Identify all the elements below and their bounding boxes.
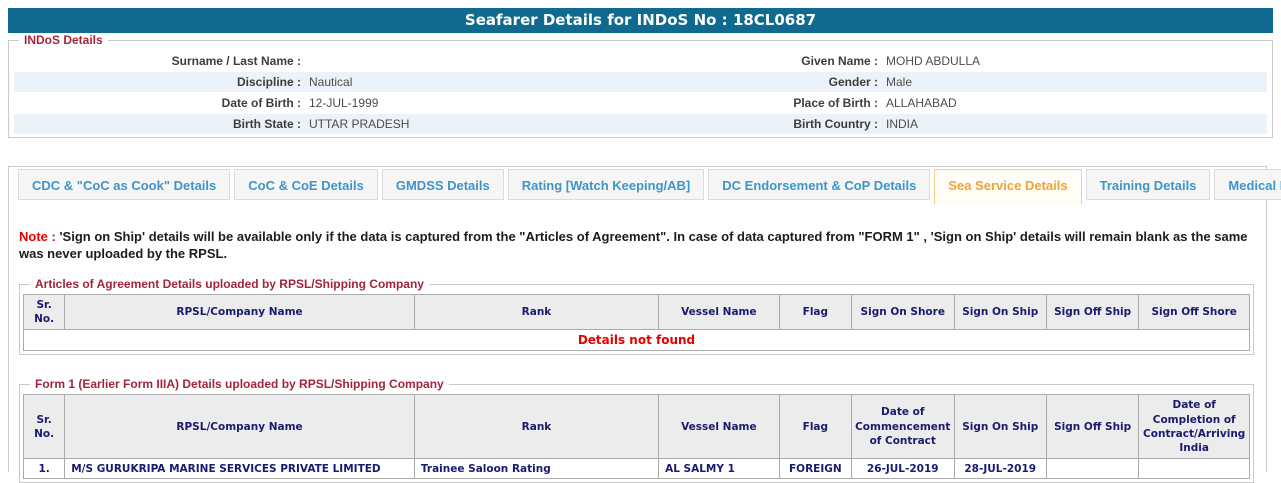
cell-rpsl-company: M/S GURUKRIPA MARINE SERVICES PRIVATE LI…: [64, 458, 415, 480]
surname-label: Surname / Last Name :: [171, 54, 301, 68]
tab-content-panel: CDC & "CoC as Cook" Details CoC & CoE De…: [8, 166, 1281, 483]
cell-sign-off-ship: [1045, 458, 1140, 480]
articles-header-row: Sr. No. RPSL/Company Name Rank Vessel Na…: [22, 293, 1250, 331]
birth-state-value: UTTAR PRADESH: [309, 117, 410, 131]
form1-table: Sr. No. RPSL/Company Name Rank Vessel Na…: [22, 394, 1250, 480]
detail-row-birth-state: Birth State : UTTAR PRADESH Birth Countr…: [14, 114, 1267, 134]
column-header-sign-off-shore: Sign Off Shore: [1138, 293, 1250, 331]
detail-row-name: Surname / Last Name : Given Name : MOHD …: [14, 51, 1267, 71]
column-header-rpsl-company: RPSL/Company Name: [64, 394, 415, 460]
discipline-value: Nautical: [309, 75, 353, 89]
tab-bar: CDC & "CoC as Cook" Details CoC & CoE De…: [18, 169, 1281, 204]
cell-date-commencement: 26-JUL-2019: [851, 458, 955, 480]
column-header-rpsl-company: RPSL/Company Name: [64, 293, 415, 331]
discipline-label: Discipline :: [236, 75, 301, 89]
column-header-rank: Rank: [413, 293, 660, 331]
detail-row-birth: Date of Birth : 12-JUL-1999 Place of Bir…: [14, 93, 1267, 113]
cell-rank: Trainee Saloon Rating: [413, 458, 660, 480]
column-header-sign-on-shore: Sign On Shore: [851, 293, 955, 331]
indos-details-legend: INDoS Details: [19, 33, 108, 47]
birth-country-label: Birth Country :: [793, 117, 878, 131]
tab-coc-coe-details[interactable]: CoC & CoE Details: [234, 169, 378, 200]
cell-date-completion: [1138, 458, 1250, 480]
articles-table: Sr. No. RPSL/Company Name Rank Vessel Na…: [22, 293, 1250, 352]
column-header-sr-no: Sr. No.: [22, 394, 66, 460]
cell-vessel-name: AL SALMY 1: [658, 458, 780, 480]
column-header-vessel-name: Vessel Name: [658, 293, 780, 331]
form1-header-row: Sr. No. RPSL/Company Name Rank Vessel Na…: [22, 394, 1250, 460]
column-header-date-commencement: Date of Commencement of Contract: [851, 394, 955, 460]
indos-details-section: INDoS Details Surname / Last Name : Give…: [8, 33, 1273, 138]
place-of-birth-label: Place of Birth :: [793, 96, 878, 110]
tab-rating-watch-keeping-ab[interactable]: Rating [Watch Keeping/AB]: [507, 169, 705, 200]
seafarer-details-page: Seafarer Details for INDoS No : 18CL0687…: [0, 0, 1281, 483]
column-header-rank: Rank: [413, 394, 660, 460]
birth-state-label: Birth State :: [232, 117, 301, 131]
articles-section-legend: Articles of Agreement Details uploaded b…: [30, 277, 429, 291]
column-header-vessel-name: Vessel Name: [658, 394, 780, 460]
articles-of-agreement-section: Articles of Agreement Details uploaded b…: [19, 277, 1254, 356]
given-name-label: Given Name :: [801, 54, 878, 68]
note-body: 'Sign on Ship' details will be available…: [19, 229, 1248, 261]
cell-sr-no: 1.: [22, 458, 66, 480]
surname-value: [309, 51, 661, 71]
column-header-sign-off-ship: Sign Off Ship: [1045, 293, 1140, 331]
column-header-sr-no: Sr. No.: [22, 293, 66, 331]
column-header-sign-on-ship: Sign On Ship: [953, 293, 1047, 331]
detail-row-discipline: Discipline : Nautical Gender : Male: [14, 72, 1267, 92]
tab-training-details[interactable]: Training Details: [1085, 169, 1211, 200]
column-header-flag: Flag: [778, 394, 853, 460]
column-header-sign-off-ship: Sign Off Ship: [1045, 394, 1140, 460]
note-text: Note : 'Sign on Ship' details will be av…: [19, 228, 1252, 262]
place-of-birth-value: ALLAHABAD: [886, 96, 957, 110]
birth-country-value: INDIA: [886, 117, 919, 131]
gender-value: Male: [886, 75, 913, 89]
column-header-sign-on-ship: Sign On Ship: [953, 394, 1047, 460]
form1-section-legend: Form 1 (Earlier Form IIIA) Details uploa…: [30, 377, 449, 392]
tab-gmdss-details[interactable]: GMDSS Details: [381, 169, 504, 200]
cell-sign-on-ship: 28-JUL-2019: [953, 458, 1047, 480]
articles-empty-row: Details not found: [23, 329, 1250, 352]
cell-flag: FOREIGN: [778, 458, 853, 480]
table-row: 1. M/S GURUKRIPA MARINE SERVICES PRIVATE…: [22, 458, 1250, 480]
tab-sea-service-details[interactable]: Sea Service Details: [934, 169, 1082, 204]
tab-dc-endorsement-cop-details[interactable]: DC Endorsement & CoP Details: [708, 169, 931, 200]
date-of-birth-value: 12-JUL-1999: [309, 96, 379, 110]
tab-cdc-coc-as-cook-details[interactable]: CDC & "CoC as Cook" Details: [18, 169, 231, 200]
page-title: Seafarer Details for INDoS No : 18CL0687: [8, 8, 1273, 33]
date-of-birth-label: Date of Birth :: [221, 96, 301, 110]
note-prefix: Note :: [19, 229, 56, 244]
column-header-date-completion: Date of Completion of Contract/Arriving …: [1138, 394, 1250, 460]
gender-label: Gender :: [828, 75, 878, 89]
empty-message: Details not found: [23, 329, 1250, 352]
column-header-flag: Flag: [778, 293, 853, 331]
form1-section: Form 1 (Earlier Form IIIA) Details uploa…: [19, 377, 1254, 483]
tab-medical-fitness-certificate[interactable]: Medical Fitness Certificate: [1214, 169, 1281, 200]
given-name-value: MOHD ABDULLA: [886, 54, 981, 68]
